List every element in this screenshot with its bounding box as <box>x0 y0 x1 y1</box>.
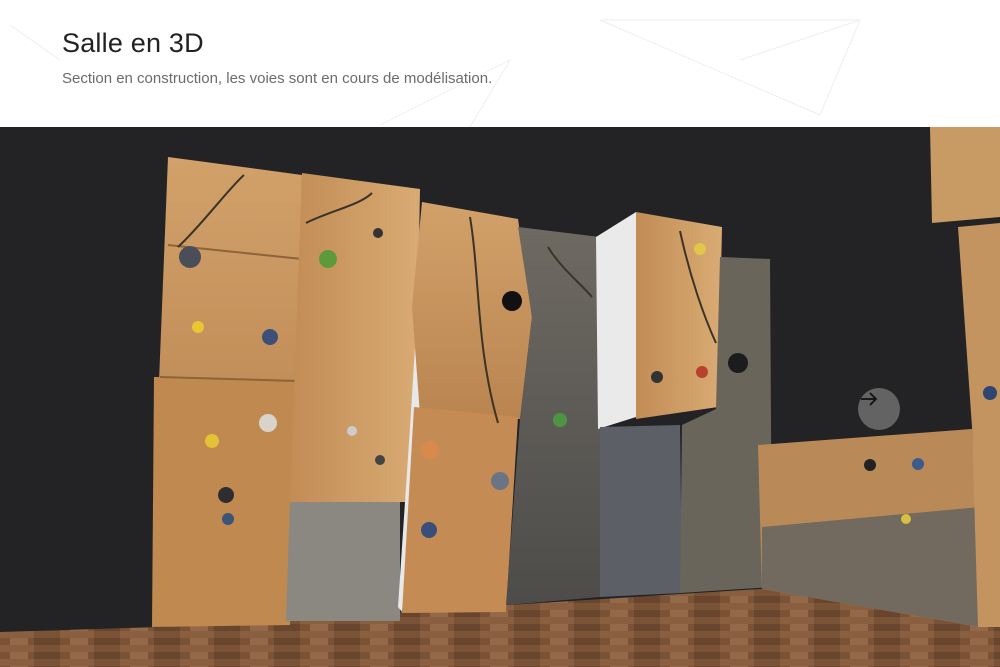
page-header: Salle en 3D Section en construction, les… <box>0 0 1000 127</box>
climbing-wall-scene <box>0 127 1000 667</box>
3d-viewer[interactable] <box>0 127 1000 667</box>
page-title: Salle en 3D <box>62 28 204 58</box>
next-view-button[interactable] <box>858 388 900 430</box>
arrow-right-icon <box>861 392 878 406</box>
page-subtitle: Section en construction, les voies sont … <box>62 70 493 87</box>
header-decoration <box>9 19 861 127</box>
